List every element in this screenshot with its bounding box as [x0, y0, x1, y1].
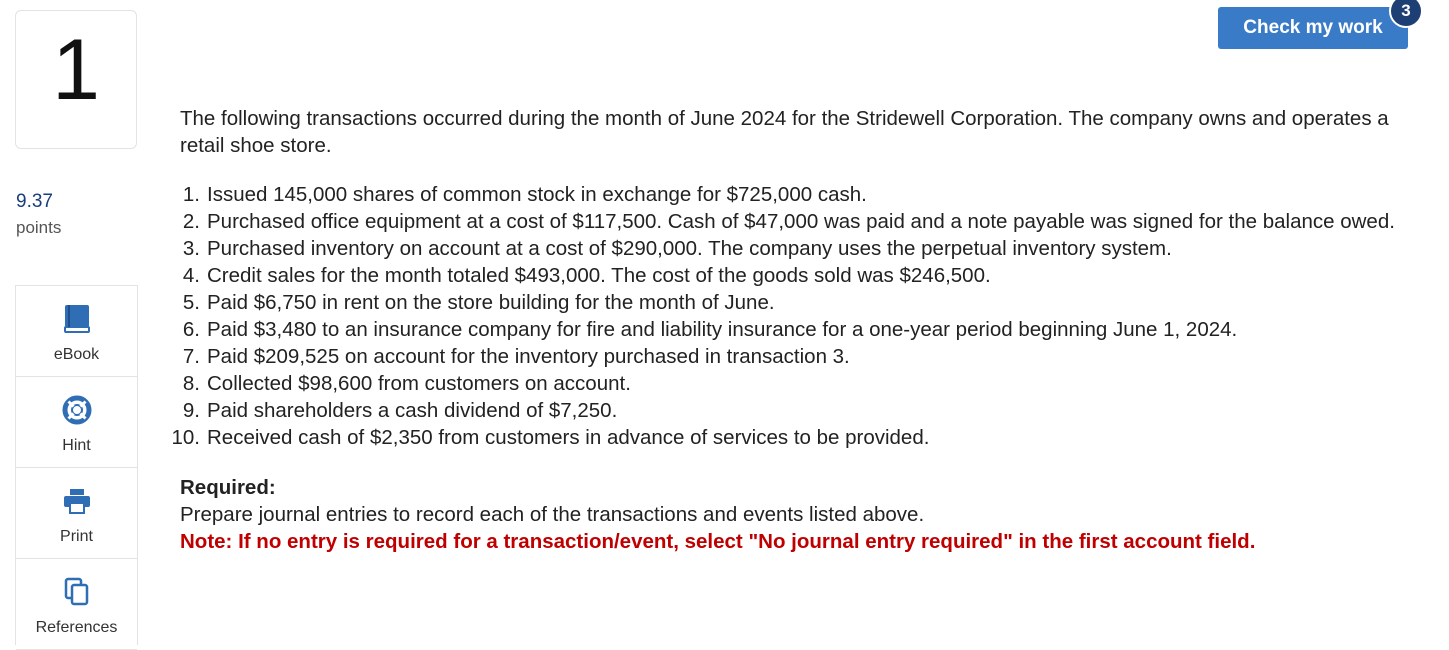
ebook-label: eBook: [53, 346, 100, 363]
attempts-badge: 3: [1389, 0, 1423, 28]
lifebuoy-icon: [62, 395, 92, 425]
question-number: 1: [52, 21, 100, 118]
list-item: 9. Paid shareholders a cash dividend of $…: [182, 399, 618, 422]
points-value: 9.37: [16, 191, 53, 212]
question-body: The following transactions occurred duri…: [172, 105, 1420, 555]
list-item: 10. Received cash of $2,350 from customer…: [171, 426, 930, 449]
check-my-work-label: Check my work: [1243, 17, 1383, 38]
tools-panel: eBook Hint Print References: [15, 285, 138, 650]
note-text: Note: If no entry is required for a tran…: [180, 530, 1256, 553]
points-label: points: [16, 218, 62, 237]
required-heading: Required:: [180, 476, 276, 499]
question-number-box: 1: [15, 10, 137, 149]
hint-button[interactable]: Hint: [16, 377, 137, 468]
list-item: 5. Paid $6,750 in rent on the store build…: [182, 291, 775, 314]
list-item: 7. Paid $209,525 on account for the inven…: [182, 345, 850, 368]
transaction-list: 1. Issued 145,000 shares of common stock …: [160, 181, 1420, 451]
ebook-button[interactable]: eBook: [16, 286, 137, 377]
list-item: 3. Purchased inventory on account at a co…: [182, 237, 1172, 260]
copy-icon: [62, 577, 92, 607]
list-item: 6. Paid $3,480 to an insurance company fo…: [182, 318, 1238, 341]
check-my-work-button[interactable]: Check my work: [1218, 7, 1408, 49]
list-item: 1. Issued 145,000 shares of common stock …: [182, 183, 867, 206]
question-intro: The following transactions occurred duri…: [180, 107, 1389, 157]
required-text: Prepare journal entries to record each o…: [180, 503, 925, 526]
printer-icon: [62, 486, 92, 516]
print-button[interactable]: Print: [16, 468, 137, 559]
list-item: 4. Credit sales for the month totaled $49…: [182, 264, 991, 287]
list-item: 2. Purchased office equipment at a cost o…: [182, 210, 1395, 233]
list-item: 8. Collected $98,600 from customers on ac…: [182, 372, 631, 395]
references-label: References: [35, 619, 118, 636]
hint-label: Hint: [62, 437, 91, 454]
references-button[interactable]: References: [16, 559, 137, 650]
print-label: Print: [60, 528, 93, 545]
book-icon: [62, 304, 92, 334]
